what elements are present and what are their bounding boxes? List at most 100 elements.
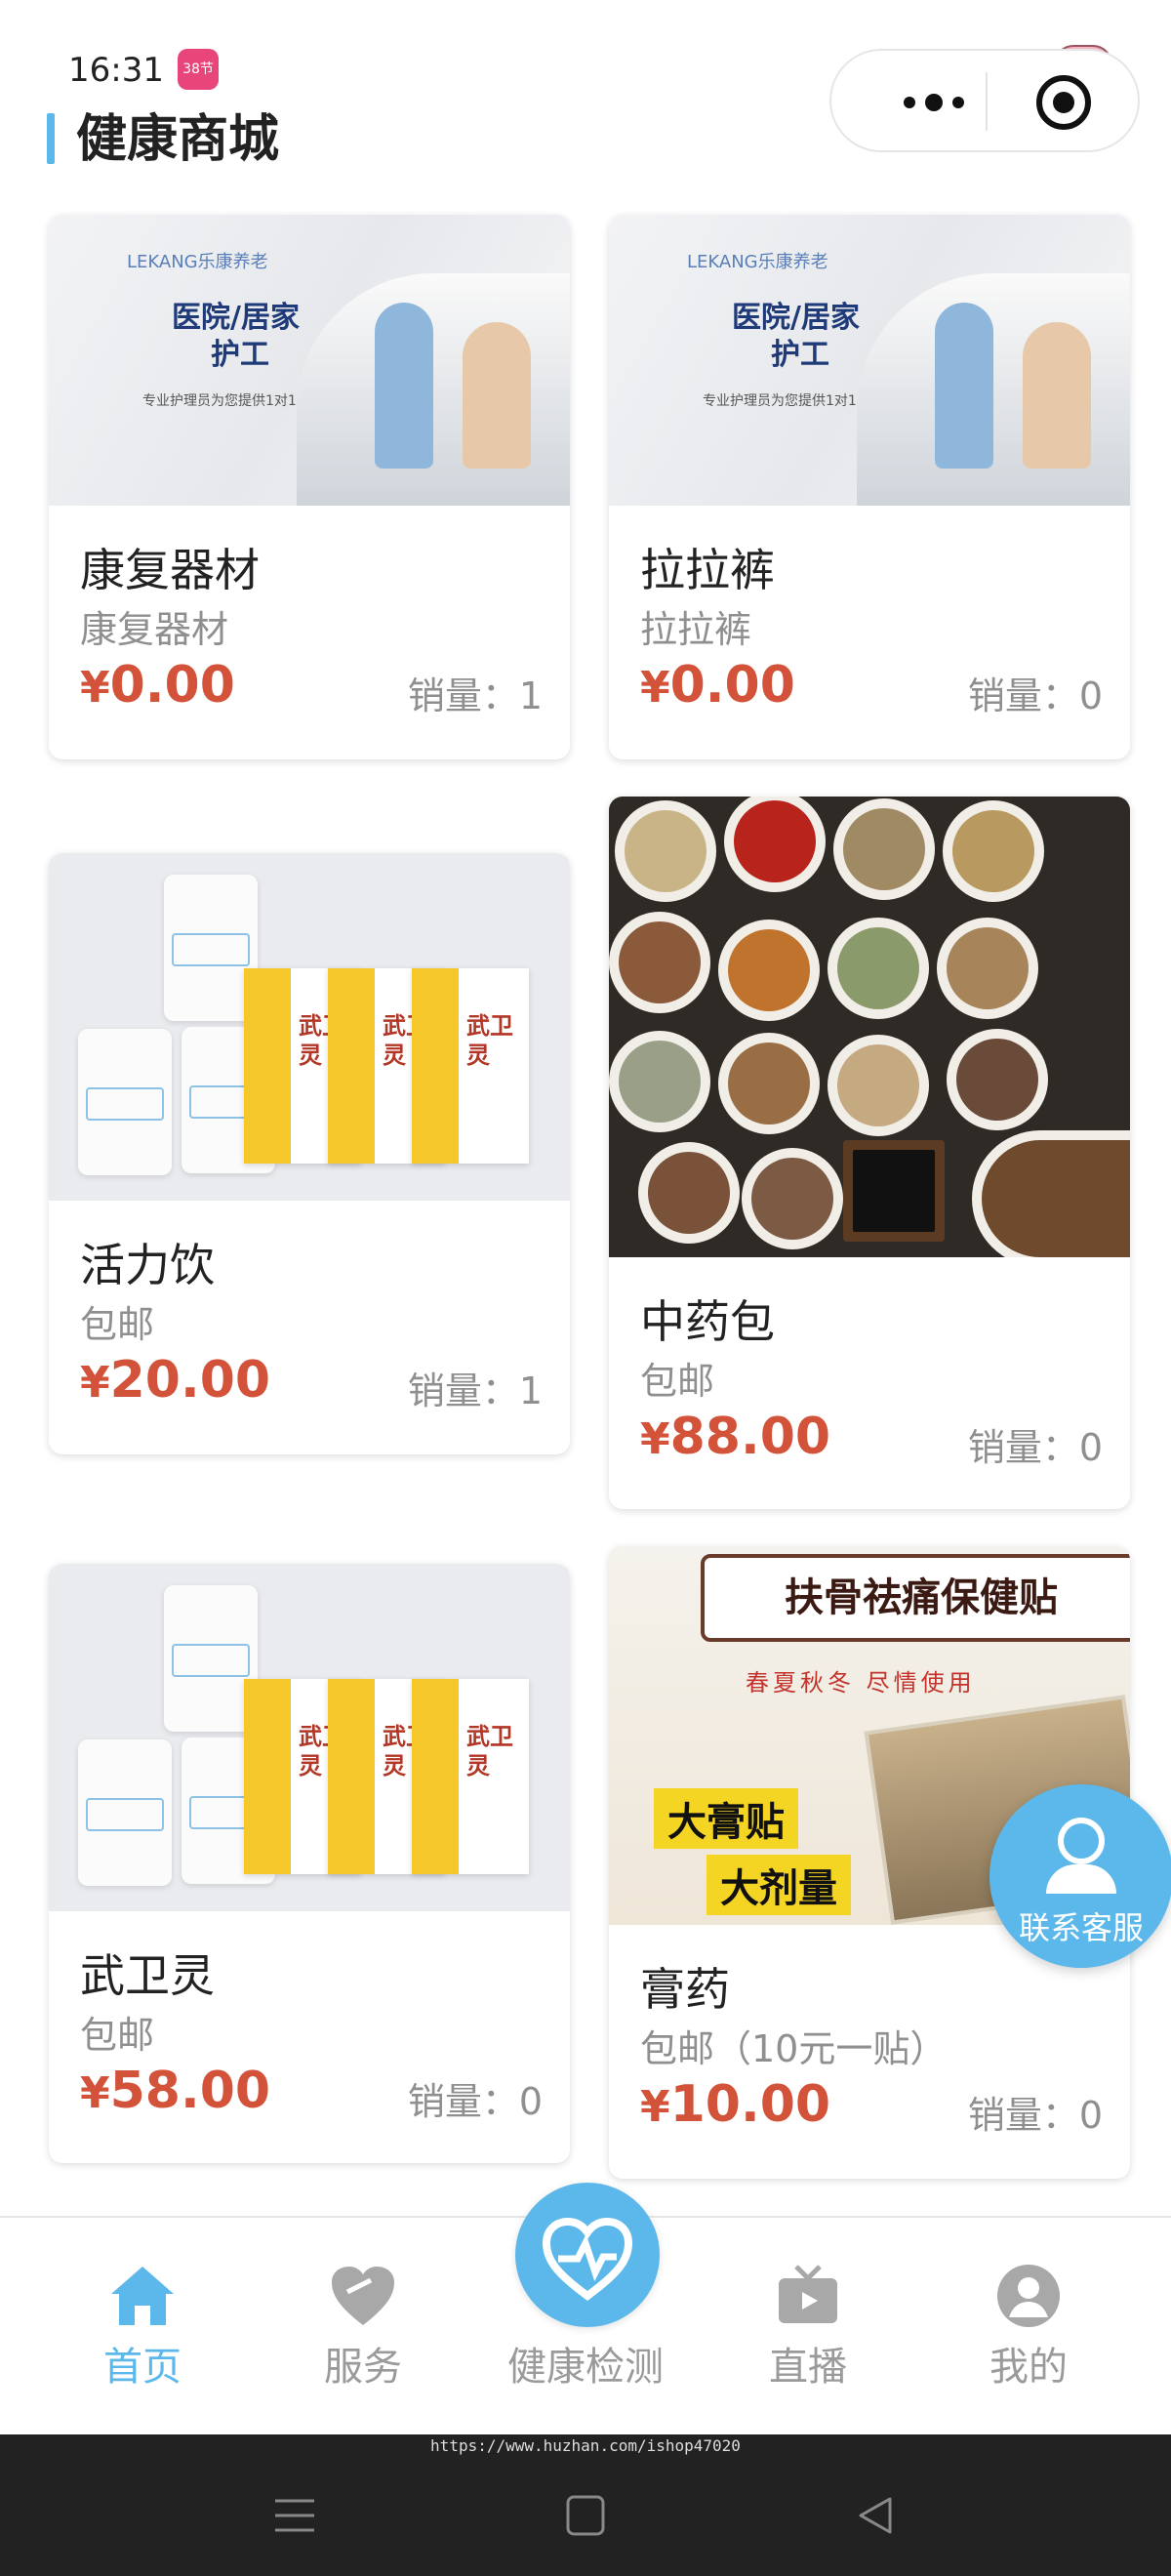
header-accent-bar xyxy=(47,113,55,164)
tab-label: 我的 xyxy=(989,2345,1068,2390)
menu-icon[interactable] xyxy=(265,2491,324,2540)
home-icon xyxy=(111,2267,174,2325)
tab-home[interactable]: 首页 xyxy=(45,2218,240,2436)
nurse-figure xyxy=(375,303,433,469)
product-card[interactable]: LEKANG乐康养老 医院/居家 护工 专业护理员为您提供1对1贴心服务 拉拉裤… xyxy=(609,215,1130,759)
product-subtitle: 拉拉裤 xyxy=(640,608,752,651)
price-value: 0.00 xyxy=(109,656,235,715)
product-name: 康复器材 xyxy=(80,544,260,596)
tab-mine[interactable]: 我的 xyxy=(931,2218,1126,2436)
product-price: ¥0.00 xyxy=(640,656,795,715)
tab-live[interactable]: 直播 xyxy=(710,2218,906,2436)
herb-basket xyxy=(972,1130,1130,1257)
home-square-icon[interactable] xyxy=(556,2491,615,2540)
product-price: ¥58.00 xyxy=(80,2062,270,2120)
watermark-text: https://www.huzhan.com/ishop47020 xyxy=(0,2434,1171,2458)
image-title-text: 护工 xyxy=(771,338,829,372)
currency-symbol: ¥ xyxy=(640,663,670,713)
product-image: 武卫灵 武卫灵 武卫灵 xyxy=(49,1564,570,1911)
heart-icon xyxy=(332,2267,394,2325)
headset-icon xyxy=(1058,1818,1105,1864)
product-name: 活力饮 xyxy=(80,1239,215,1291)
herb-bowl xyxy=(718,920,820,1021)
product-subtitle: 包邮 xyxy=(80,2014,155,2057)
product-image: 武卫灵 武卫灵 武卫灵 xyxy=(49,853,570,1201)
customer-service-button[interactable]: 联系客服 xyxy=(989,1784,1171,1968)
image-title-text: 护工 xyxy=(211,338,269,372)
herb-bowl xyxy=(833,798,935,900)
health-check-fab[interactable] xyxy=(515,2183,660,2327)
price-value: 10.00 xyxy=(669,2075,831,2134)
system-navigation-bar xyxy=(0,2458,1171,2576)
product-card[interactable]: 武卫灵 武卫灵 武卫灵 活力饮 包邮 ¥20.00 销量：1 xyxy=(49,853,570,1454)
currency-symbol: ¥ xyxy=(640,1414,670,1464)
medicine-box-image: 武卫灵 xyxy=(412,1679,529,1874)
customer-service-label: 联系客服 xyxy=(1018,1909,1144,1946)
more-icon[interactable] xyxy=(880,78,988,127)
herb-bowl xyxy=(947,1029,1048,1130)
image-brand-text: LEKANG乐康养老 xyxy=(127,252,268,272)
mini-program-capsule xyxy=(829,49,1140,152)
herb-bowl xyxy=(718,1033,820,1134)
agent-icon xyxy=(1046,1864,1116,1894)
image-brand-text: LEKANG乐康养老 xyxy=(687,252,828,272)
product-sales: 销量：1 xyxy=(407,1370,543,1412)
image-tag-text: 大剂量 xyxy=(707,1855,851,1915)
product-subtitle: 包邮 xyxy=(80,1303,155,1346)
product-price: ¥20.00 xyxy=(80,1351,270,1410)
herb-bowl xyxy=(609,1031,710,1132)
product-sales: 销量：0 xyxy=(967,1426,1103,1469)
herb-tray xyxy=(843,1140,945,1242)
product-sales: 销量：0 xyxy=(967,2094,1103,2137)
herb-bowl xyxy=(638,1142,740,1244)
product-sales: 销量：1 xyxy=(407,675,543,717)
currency-symbol: ¥ xyxy=(80,663,110,713)
product-price: ¥0.00 xyxy=(80,656,235,715)
bottle-image xyxy=(78,1029,172,1175)
image-slogan-text: 春夏秋冬 尽情使用 xyxy=(746,1669,976,1697)
status-time: 16:31 xyxy=(68,51,164,90)
currency-symbol: ¥ xyxy=(640,2082,670,2132)
page-title: 健康商城 xyxy=(76,110,280,169)
tab-label: 服务 xyxy=(324,2345,402,2390)
herb-bowl xyxy=(937,918,1038,1019)
product-name: 拉拉裤 xyxy=(640,544,775,596)
product-image: LEKANG乐康养老 医院/居家 护工 专业护理员为您提供1对1贴心服务 xyxy=(609,215,1130,506)
product-price: ¥88.00 xyxy=(640,1408,830,1466)
product-card[interactable]: 中药包 包邮 ¥88.00 销量：0 xyxy=(609,797,1130,1509)
bottom-tab-bar: 首页 服务 健康检测 直播 我的 xyxy=(0,2183,1171,2436)
price-value: 58.00 xyxy=(109,2062,271,2120)
product-image: LEKANG乐康养老 医院/居家 护工 专业护理员为您提供1对1贴心服务 xyxy=(49,215,570,506)
patient-figure xyxy=(1023,322,1091,469)
tab-label: 直播 xyxy=(769,2345,847,2390)
tv-icon xyxy=(779,2265,837,2323)
product-name: 中药包 xyxy=(640,1295,775,1348)
app-badge-icon: 38节 xyxy=(178,49,219,90)
tab-service[interactable]: 服务 xyxy=(265,2218,461,2436)
herb-bowl xyxy=(724,797,826,892)
tab-label: 首页 xyxy=(103,2345,182,2390)
image-tag-text: 大膏贴 xyxy=(654,1788,798,1849)
price-value: 20.00 xyxy=(109,1351,271,1410)
product-sales: 销量：0 xyxy=(407,2080,543,2123)
price-value: 88.00 xyxy=(669,1408,831,1466)
product-card[interactable]: 武卫灵 武卫灵 武卫灵 武卫灵 包邮 ¥58.00 销量：0 xyxy=(49,1564,570,2163)
product-image xyxy=(609,797,1130,1257)
close-target-icon[interactable] xyxy=(1036,75,1091,130)
product-card[interactable]: LEKANG乐康养老 医院/居家 护工 专业护理员为您提供1对1贴心服务 康复器… xyxy=(49,215,570,759)
back-icon[interactable] xyxy=(847,2491,906,2540)
tab-health-check[interactable]: 健康检测 xyxy=(488,2183,683,2436)
product-subtitle: 康复器材 xyxy=(80,608,229,651)
herb-bowl xyxy=(615,800,716,902)
capsule-divider xyxy=(986,72,988,131)
nurse-figure xyxy=(935,303,993,469)
image-banner-text: 扶骨祛痛保健贴 xyxy=(701,1554,1130,1642)
herb-bowl xyxy=(828,1035,929,1136)
price-value: 0.00 xyxy=(669,656,795,715)
currency-symbol: ¥ xyxy=(80,1358,110,1408)
user-icon xyxy=(997,2265,1060,2327)
product-subtitle: 包邮（10元一贴） xyxy=(640,2027,948,2070)
herb-bowl xyxy=(742,1148,843,1249)
product-subtitle: 包邮 xyxy=(640,1360,715,1403)
patient-figure xyxy=(463,322,531,469)
